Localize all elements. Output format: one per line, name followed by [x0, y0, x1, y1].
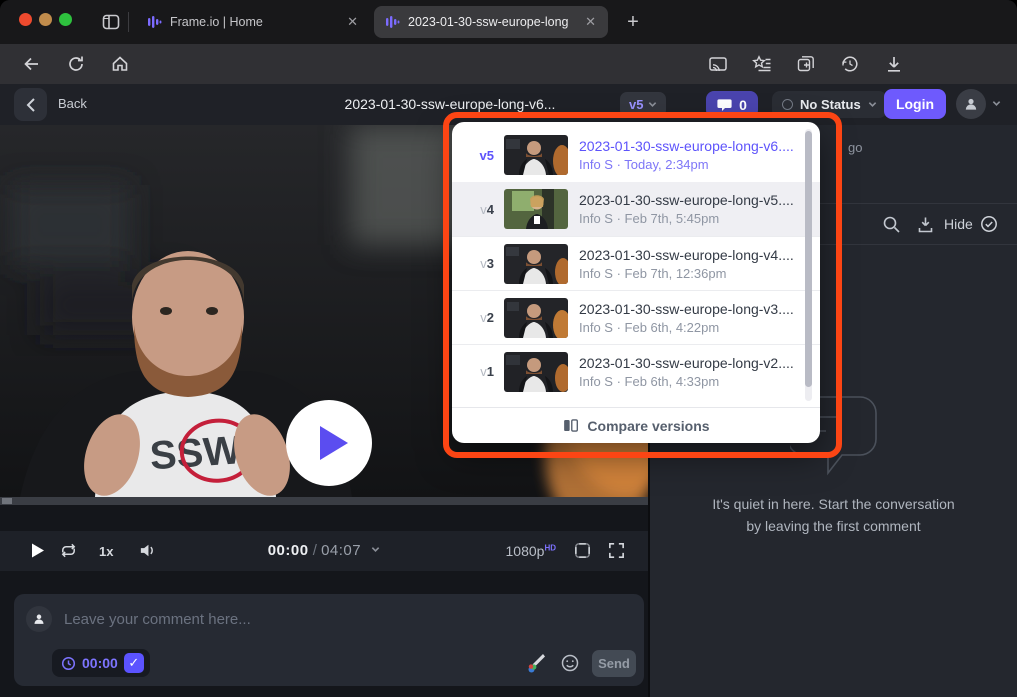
version-thumbnail	[504, 352, 568, 392]
emoji-icon[interactable]	[560, 653, 580, 673]
version-meta: Info S · Feb 7th, 12:36pm	[579, 266, 794, 281]
compare-versions-button[interactable]: Compare versions	[452, 407, 820, 443]
tab-bar-divider	[128, 12, 129, 32]
check-circle-icon	[980, 215, 998, 233]
send-button[interactable]: Send	[592, 650, 636, 677]
compare-icon	[562, 417, 579, 434]
clock-icon	[61, 656, 76, 671]
cast-icon[interactable]	[708, 54, 728, 74]
tab-frameio-home[interactable]: Frame.io | Home ✕	[136, 6, 370, 38]
version-thumbnail	[504, 244, 568, 284]
status-dropdown[interactable]: No Status	[772, 91, 887, 118]
collections-icon[interactable]	[796, 54, 816, 74]
version-meta: Info S · Feb 6th, 4:33pm	[579, 374, 794, 389]
search-icon[interactable]	[882, 215, 901, 234]
time-chevron-icon	[371, 545, 380, 554]
frameio-favicon	[384, 14, 400, 30]
account-chevron-icon[interactable]	[992, 99, 1001, 108]
hide-completed-toggle[interactable]: Hide	[944, 215, 998, 233]
account-avatar-button[interactable]	[956, 89, 986, 119]
version-thumbnail	[504, 298, 568, 338]
popup-scrollbar-thumb[interactable]	[805, 131, 812, 387]
app-header: Back 2023-01-30-ssw-europe-long-v6... v5…	[0, 84, 1017, 125]
version-title: 2023-01-30-ssw-europe-long-v4....	[579, 247, 794, 263]
timestamp-chip[interactable]: 00:00 ✓	[52, 649, 150, 677]
versions-popup: v5 2023-01-30-ssw-europe-long-v6.... Inf…	[452, 122, 820, 443]
zoom-window-button[interactable]	[59, 13, 72, 26]
fullscreen-icon[interactable]	[607, 541, 626, 560]
version-meta: Info S · Feb 7th, 5:45pm	[579, 211, 794, 226]
versions-list: v5 2023-01-30-ssw-europe-long-v6.... Inf…	[452, 128, 820, 398]
guides-icon[interactable]	[573, 541, 592, 560]
tab-close-icon[interactable]: ✕	[345, 14, 360, 30]
obscured-text-fragment: go	[848, 140, 862, 155]
tab-bar: Frame.io | Home ✕ 2023-01-30-ssw-europe-…	[0, 0, 1017, 44]
tab-review-page[interactable]: 2023-01-30-ssw-europe-long ✕	[374, 6, 608, 38]
new-tab-button[interactable]: +	[620, 9, 646, 35]
play-overlay-button[interactable]	[286, 400, 372, 486]
comment-composer: Leave your comment here... 00:00 ✓ Send	[14, 594, 644, 686]
tab-title: 2023-01-30-ssw-europe-long	[408, 15, 569, 29]
tab-overview-icon[interactable]	[101, 12, 121, 32]
composer-avatar	[26, 606, 52, 632]
version-meta: Info S · Feb 6th, 4:22pm	[579, 320, 794, 335]
version-thumbnail	[504, 135, 568, 175]
favorites-bar-icon[interactable]	[752, 54, 772, 74]
hd-badge: HD	[544, 543, 556, 552]
version-item-v3[interactable]: v3 2023-01-30-ssw-europe-long-v4.... Inf…	[452, 236, 820, 290]
version-item-v5[interactable]: v5 2023-01-30-ssw-europe-long-v6.... Inf…	[452, 128, 820, 182]
close-window-button[interactable]	[19, 13, 32, 26]
back-label[interactable]: Back	[58, 96, 87, 111]
comment-bubble-icon	[717, 98, 732, 112]
tab-title: Frame.io | Home	[170, 15, 263, 29]
minimize-window-button[interactable]	[39, 13, 52, 26]
downloads-icon[interactable]	[884, 54, 904, 74]
version-item-v2[interactable]: v2 2023-01-30-ssw-europe-long-v3.... Inf…	[452, 290, 820, 344]
status-circle-icon	[782, 99, 793, 110]
duration: 04:07	[321, 542, 361, 559]
timestamp-value: 00:00	[82, 655, 118, 671]
tab-close-icon[interactable]: ✕	[583, 14, 598, 30]
login-button[interactable]: Login	[884, 89, 946, 119]
page-title: 2023-01-30-ssw-europe-long-v6...	[280, 96, 620, 112]
version-thumbnail	[504, 189, 568, 229]
download-icon[interactable]	[916, 215, 935, 234]
version-title: 2023-01-30-ssw-europe-long-v3....	[579, 301, 794, 317]
playhead[interactable]	[2, 498, 12, 504]
timeline-scrubber[interactable]	[0, 497, 648, 505]
annotate-brush-icon[interactable]	[526, 652, 548, 674]
quality-selector[interactable]: 1080pHD	[506, 543, 557, 559]
version-meta: Info S · Today, 2:34pm	[579, 157, 794, 172]
empty-state-message: It's quiet in here. Start the conversati…	[650, 493, 1017, 537]
svg-text:SSW: SSW	[148, 428, 242, 478]
person-icon	[32, 612, 46, 626]
player-controls: 1x 00:00 / 04:07 1080pHD	[0, 531, 648, 571]
comment-count: 0	[739, 97, 747, 113]
comment-input[interactable]: Leave your comment here...	[64, 611, 251, 628]
version-title: 2023-01-30-ssw-europe-long-v6....	[579, 138, 794, 154]
version-item-v1[interactable]: v1 2023-01-30-ssw-europe-long-v2.... Inf…	[452, 344, 820, 398]
popup-scrollbar[interactable]	[805, 129, 812, 401]
back-icon[interactable]	[22, 54, 42, 74]
version-title: 2023-01-30-ssw-europe-long-v5....	[579, 192, 794, 208]
person-icon	[963, 96, 979, 112]
current-time: 00:00	[268, 542, 309, 559]
home-icon[interactable]	[110, 54, 130, 74]
browser-toolbar: https://app.frame.io/reviews/16500baa-2b…	[0, 44, 1017, 84]
version-dropdown-button[interactable]: v5	[620, 92, 666, 117]
back-button[interactable]	[14, 88, 47, 121]
refresh-icon[interactable]	[66, 54, 86, 74]
play-icon	[320, 426, 348, 460]
frameio-favicon	[146, 14, 162, 30]
browser-window: Frame.io | Home ✕ 2023-01-30-ssw-europe-…	[0, 0, 1017, 697]
history-icon[interactable]	[840, 54, 860, 74]
version-item-v4[interactable]: vv44 2023-01-30-ssw-europe-long-v5.... I…	[452, 182, 820, 236]
version-title: 2023-01-30-ssw-europe-long-v2....	[579, 355, 794, 371]
timestamp-checkbox[interactable]: ✓	[124, 653, 144, 673]
comment-count-badge[interactable]: 0	[706, 91, 758, 118]
